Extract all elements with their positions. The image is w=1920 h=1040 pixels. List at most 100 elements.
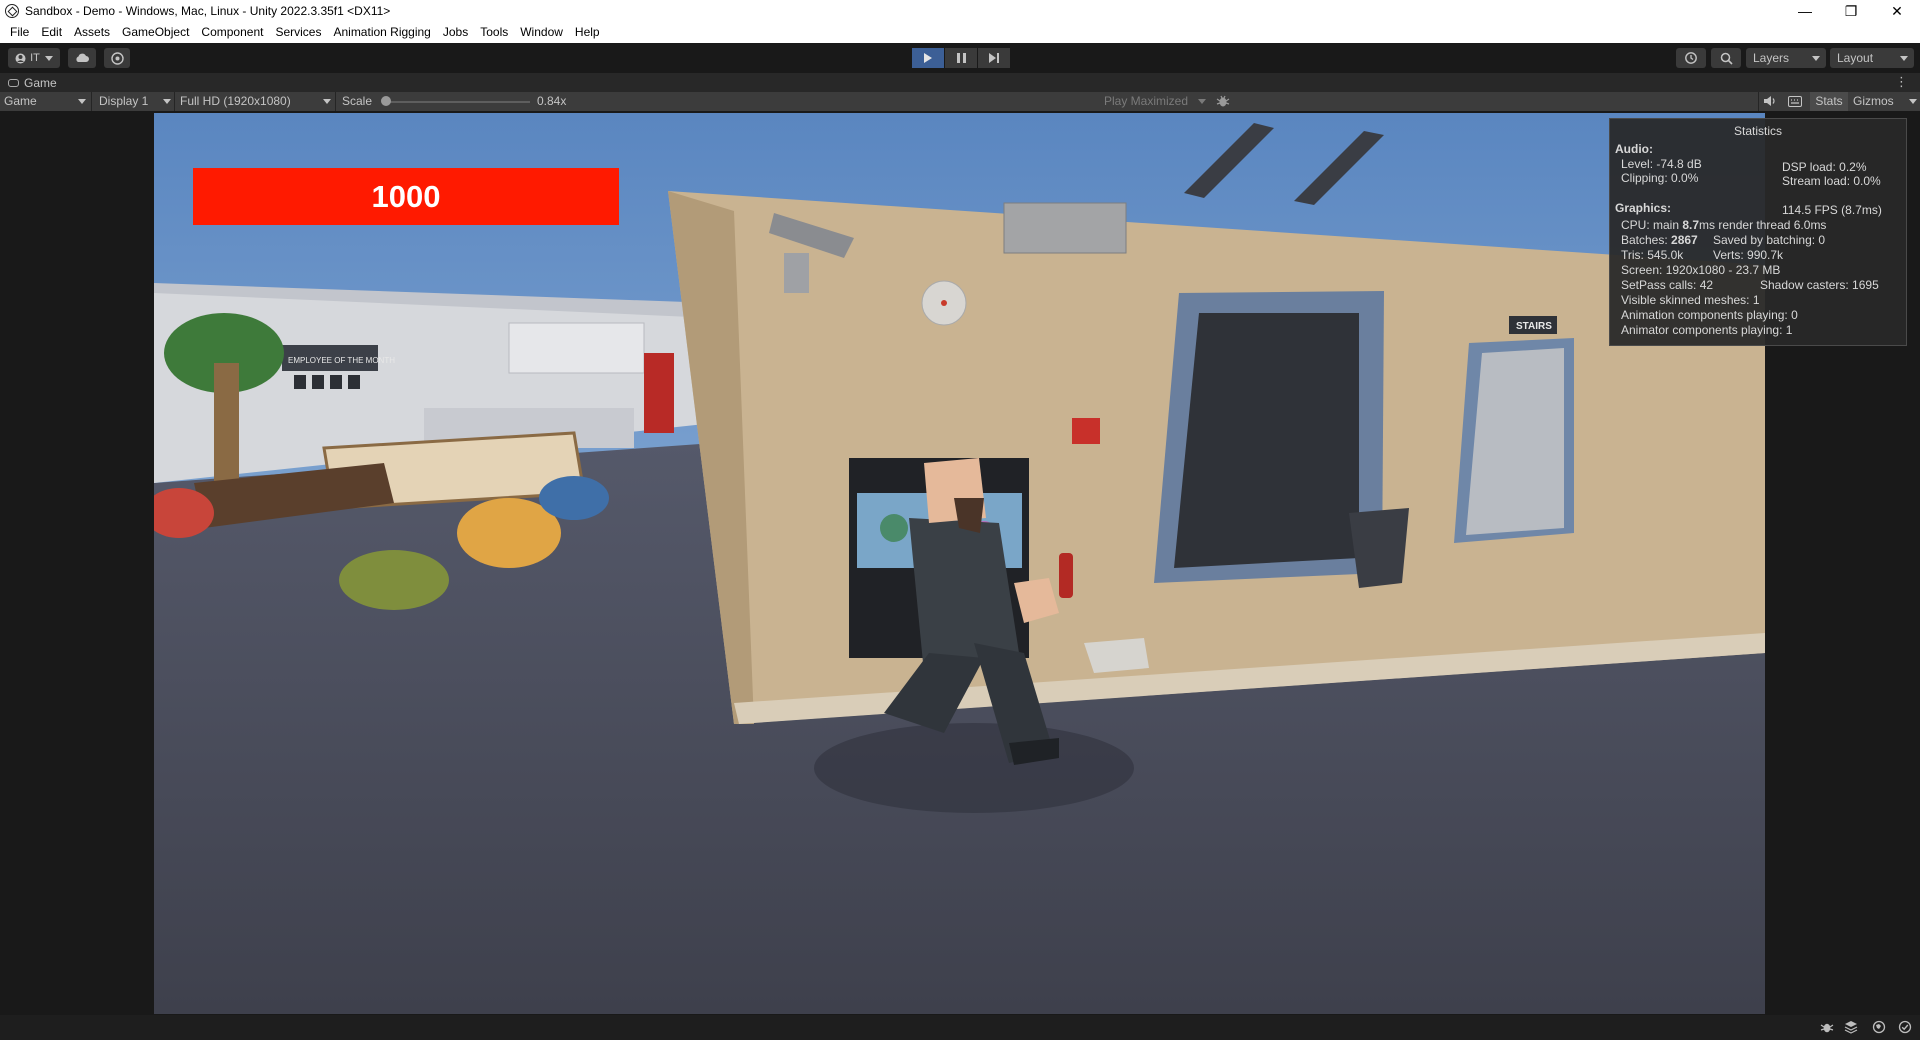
tab-game-label: Game <box>24 75 57 90</box>
cloud-button[interactable] <box>68 48 96 68</box>
game-render[interactable]: EMPLOYEE OF THE MONTH STAIRS <box>154 113 1765 1014</box>
chevron-down-icon <box>78 99 86 104</box>
elevator-interior <box>1174 313 1359 568</box>
stats-title: Statistics <box>1733 124 1782 138</box>
resolution-dropdown[interactable]: Full HD (1920x1080) <box>180 92 334 111</box>
audio-header: Audio: <box>1615 142 1653 156</box>
menu-window[interactable]: Window <box>514 22 569 43</box>
collab-button[interactable] <box>104 48 130 68</box>
scale-slider-track[interactable] <box>386 101 530 103</box>
game-tab-row: Game ⋮ <box>0 73 1920 92</box>
aquarium-plant <box>880 514 908 542</box>
menu-component[interactable]: Component <box>195 22 269 43</box>
display-dropdown[interactable]: Display 1 <box>99 92 173 111</box>
close-button[interactable]: ✕ <box>1874 0 1920 22</box>
gizmos-label: Gizmos <box>1853 94 1894 108</box>
globe-icon[interactable] <box>1872 1020 1886 1034</box>
scale-slider-thumb[interactable] <box>381 96 391 106</box>
unity-logo-icon <box>5 4 19 18</box>
dsp-load: DSP load: 0.2% <box>1782 160 1867 174</box>
more-options-icon[interactable]: ⋮ <box>1895 75 1908 89</box>
animator-components: Animator components playing: 1 <box>1621 323 1793 337</box>
layers-label: Layers <box>1753 51 1790 65</box>
play-button[interactable] <box>912 48 944 68</box>
stats-toggle[interactable]: Stats <box>1810 92 1848 111</box>
frame-debugger-button[interactable] <box>1216 92 1232 111</box>
skinned-meshes: Visible skinned meshes: 1 <box>1621 293 1760 307</box>
shadow-casters: Shadow casters: 1695 <box>1760 278 1879 292</box>
collab-icon <box>110 51 124 65</box>
score-display: 1000 <box>193 168 619 225</box>
menu-jobs[interactable]: Jobs <box>437 22 474 43</box>
divider <box>1758 92 1759 111</box>
layers-dropdown[interactable]: Layers <box>1746 48 1826 68</box>
resolution-label: Full HD (1920x1080) <box>180 94 291 108</box>
layout-dropdown[interactable]: Layout <box>1830 48 1914 68</box>
gizmos-dropdown[interactable]: Gizmos <box>1853 92 1917 111</box>
batches-value: 2867 <box>1671 233 1698 247</box>
speaker-icon <box>1764 96 1775 106</box>
step-button[interactable] <box>978 48 1010 68</box>
cpu-times: CPU: main 8.7ms render thread 6.0ms <box>1621 218 1826 232</box>
keyboard-icon <box>1788 96 1802 107</box>
mute-audio-button[interactable] <box>1763 92 1781 111</box>
status-bar <box>0 1015 1920 1040</box>
layout-label: Layout <box>1837 51 1874 65</box>
stairs-door <box>1466 348 1564 535</box>
gamepad-icon <box>8 78 19 87</box>
verts: Verts: 990.7k <box>1713 248 1784 262</box>
search-icon <box>1720 52 1733 65</box>
layers-stack-icon[interactable] <box>1844 1020 1858 1034</box>
stairs-sign: STAIRS <box>1516 321 1552 332</box>
account-dropdown[interactable]: IT <box>8 48 60 68</box>
menu-animation-rigging[interactable]: Animation Rigging <box>327 22 436 43</box>
audio-level: Level: -74.8 dB <box>1621 157 1702 171</box>
view-mode-dropdown[interactable]: Game <box>4 92 88 111</box>
fire-extinguisher <box>1059 553 1073 598</box>
menu-bar: File Edit Assets GameObject Component Se… <box>0 22 1920 43</box>
screen-info: Screen: 1920x1080 - 23.7 MB <box>1621 263 1781 277</box>
chevron-down-icon <box>1198 99 1206 104</box>
setpass-calls: SetPass calls: 42 <box>1621 278 1714 292</box>
chevron-down-icon <box>323 99 331 104</box>
employee-sign: EMPLOYEE OF THE MONTH <box>288 356 395 365</box>
vending-machine <box>644 353 674 433</box>
statistics-panel: Statistics Audio: Level: -74.8 dB Clippi… <box>1609 118 1907 346</box>
search-button[interactable] <box>1711 48 1741 68</box>
tab-game[interactable]: Game <box>0 73 57 92</box>
restore-button[interactable]: ❐ <box>1828 0 1874 22</box>
kitchen-cabinet <box>508 322 645 374</box>
bug-icon <box>1216 95 1230 107</box>
menu-file[interactable]: File <box>4 22 35 43</box>
detector-light <box>941 300 947 306</box>
menu-gameobject[interactable]: GameObject <box>116 22 195 43</box>
menu-tools[interactable]: Tools <box>474 22 514 43</box>
play-icon <box>924 53 932 63</box>
cpu-prefix: CPU: main <box>1621 218 1683 232</box>
graphics-header: Graphics: <box>1615 201 1672 215</box>
divider <box>174 92 175 111</box>
chevron-down-icon <box>1900 56 1908 61</box>
minimize-button[interactable]: — <box>1782 0 1828 22</box>
menu-help[interactable]: Help <box>569 22 606 43</box>
shortcuts-button[interactable] <box>1788 92 1806 111</box>
pause-button[interactable] <box>945 48 977 68</box>
menu-services[interactable]: Services <box>269 22 327 43</box>
menu-assets[interactable]: Assets <box>68 22 116 43</box>
check-circle-icon[interactable] <box>1898 1020 1912 1034</box>
papers <box>1084 638 1149 673</box>
cpu-suffix: ms render thread 6.0ms <box>1699 218 1827 232</box>
title-bar: Sandbox - Demo - Windows, Mac, Linux - U… <box>0 0 1920 22</box>
play-mode-dropdown[interactable]: Play Maximized <box>1104 92 1208 111</box>
display-label: Display 1 <box>99 94 149 108</box>
photo-frame <box>330 375 342 389</box>
debug-icon[interactable] <box>1820 1020 1834 1034</box>
account-label: IT <box>30 52 40 64</box>
divider <box>91 92 92 111</box>
history-icon <box>1685 52 1697 64</box>
fire-alarm <box>1072 418 1100 444</box>
photo-frame <box>294 375 306 389</box>
window-title: Sandbox - Demo - Windows, Mac, Linux - U… <box>25 4 391 18</box>
menu-edit[interactable]: Edit <box>35 22 68 43</box>
undo-history-button[interactable] <box>1676 48 1706 68</box>
